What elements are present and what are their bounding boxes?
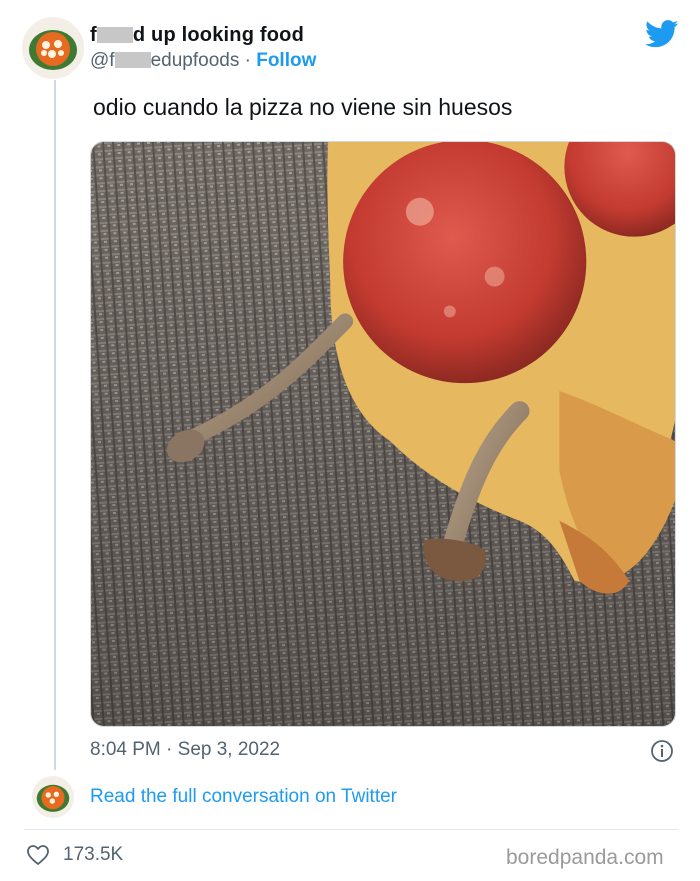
twitter-bird-icon[interactable]: [645, 20, 679, 48]
handle-separator: ·: [239, 50, 257, 71]
handle-end: edupfoods: [150, 50, 240, 71]
tweet-photo[interactable]: [90, 141, 676, 727]
handle-start: @f: [90, 50, 115, 71]
heart-icon[interactable]: [26, 844, 50, 866]
like-count[interactable]: 173.5K: [63, 844, 123, 866]
follow-button[interactable]: Follow: [256, 50, 316, 71]
thread-line: [54, 80, 56, 770]
censor-block: [114, 52, 151, 68]
display-name-end: d up looking food: [132, 24, 305, 46]
tweet-text: odio cuando la pizza no viene sin huesos: [93, 94, 513, 120]
pizza-bones-photo: [91, 142, 675, 726]
avatar[interactable]: [22, 17, 84, 79]
watermark: boredpanda.com: [506, 846, 664, 869]
divider: [24, 829, 678, 830]
tweet-timestamp[interactable]: 8:04 PM · Sep 3, 2022: [90, 739, 280, 761]
avatar-small[interactable]: [32, 776, 74, 818]
handle-line: @f edupfoods · Follow: [90, 50, 316, 72]
read-conversation-link[interactable]: Read the full conversation on Twitter: [90, 786, 397, 808]
avatar-image: [32, 776, 74, 818]
display-name-start: f: [90, 24, 97, 46]
censor-block: [96, 27, 133, 43]
display-name[interactable]: f d up looking food: [90, 24, 304, 47]
info-icon[interactable]: [650, 739, 674, 763]
avatar-image: [22, 17, 84, 79]
